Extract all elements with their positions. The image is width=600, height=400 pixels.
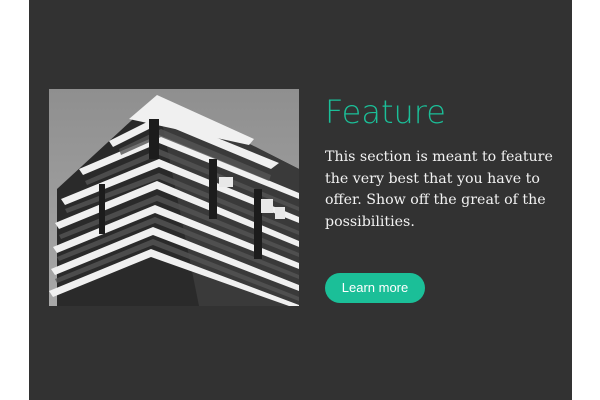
feature-section: Feature This section is meant to feature… bbox=[29, 0, 572, 400]
feature-description: This section is meant to feature the ver… bbox=[325, 149, 553, 230]
learn-more-button[interactable]: Learn more bbox=[325, 273, 425, 303]
building-photo bbox=[49, 89, 299, 306]
feature-title: Feature bbox=[325, 93, 446, 131]
